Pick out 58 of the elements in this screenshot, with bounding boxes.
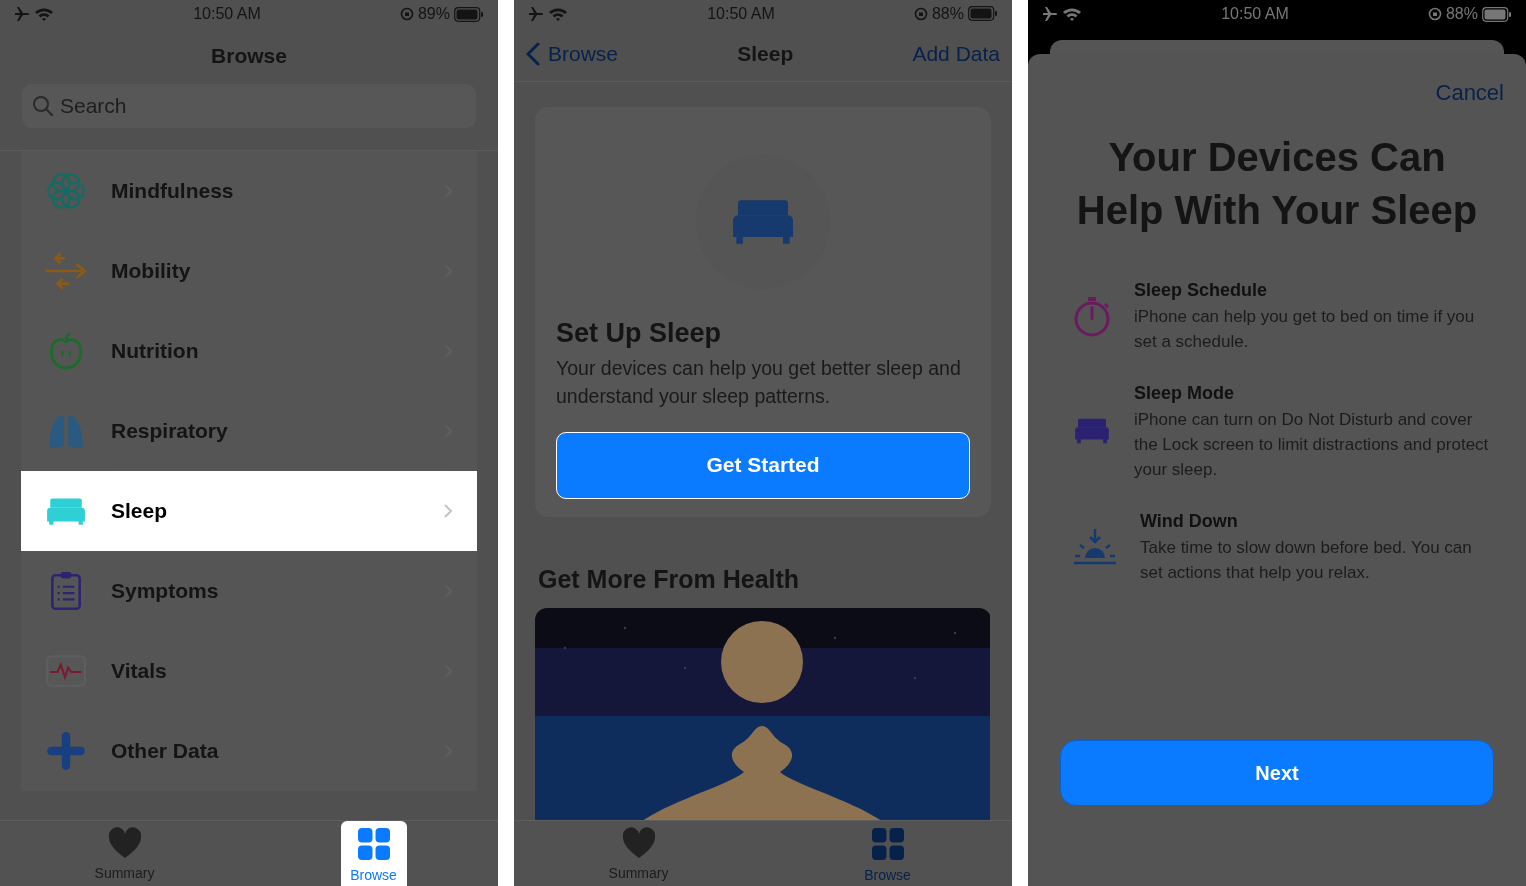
- category-row[interactable]: Other Data: [21, 711, 477, 791]
- plus-icon: [45, 730, 87, 772]
- setup-description: Your devices can help you get better sleep and understand your sleep patterns.: [556, 355, 962, 409]
- feature-title: Wind Down: [1140, 510, 1239, 533]
- grid-icon: [870, 827, 905, 861]
- battery-percentage: 88%: [931, 3, 964, 24]
- get-started-button[interactable]: Get Started: [556, 431, 970, 499]
- feature-title: Sleep Mode: [1134, 382, 1236, 405]
- feature-description: iPhone can turn on Do Not Disturb and cover the Lock screen to limit distractions and protect your sleep.: [1134, 409, 1490, 481]
- tab-bar-item[interactable]: Browse: [854, 821, 921, 886]
- flower-icon: [45, 170, 87, 212]
- feature-title: Sleep Schedule: [1134, 279, 1269, 302]
- battery-percentage: 89%: [417, 4, 450, 24]
- airplane-icon: [528, 5, 544, 22]
- battery-icon: [454, 6, 484, 22]
- status-time: 10:50 AM: [1221, 4, 1289, 24]
- setup-title: Set Up Sleep: [556, 317, 723, 351]
- heart-icon: [107, 827, 142, 859]
- sunset-icon: [1072, 526, 1118, 567]
- category-row[interactable]: Sleep: [21, 471, 477, 551]
- heart-icon: [621, 827, 656, 859]
- add-data-button[interactable]: Add Data: [912, 38, 1000, 70]
- screen-title: Sleep: [737, 41, 794, 68]
- orientation-lock-icon: [399, 7, 414, 21]
- bed-icon: [1072, 417, 1112, 445]
- feature-description: iPhone can help you get to bed on time if you set a schedule.: [1134, 306, 1476, 353]
- status-time: 10:50 AM: [707, 3, 775, 24]
- tab-bar-item[interactable]: Browse: [340, 821, 407, 886]
- wifi-icon: [548, 5, 568, 22]
- search-field[interactable]: Search: [22, 84, 476, 128]
- orientation-lock-icon: [913, 6, 928, 21]
- category-row[interactable]: Symptoms: [21, 551, 477, 631]
- battery-icon: [968, 6, 998, 22]
- search-icon: [32, 95, 54, 117]
- orientation-lock-icon: [1427, 7, 1442, 21]
- status-time: 10:50 AM: [193, 4, 261, 24]
- feature-description: Take time to slow down before bed. You can set actions that help you relax.: [1140, 537, 1473, 584]
- back-chevron-icon: [526, 42, 540, 67]
- category-row[interactable]: Mobility: [21, 231, 477, 311]
- screen-title: Browse: [211, 43, 287, 70]
- section-heading: Get More From Health: [538, 563, 801, 595]
- category-row[interactable]: Nutrition: [21, 311, 477, 391]
- next-button[interactable]: Next: [1060, 740, 1494, 806]
- sheet-title: Your Devices Can Help With Your Sleep: [1075, 134, 1479, 234]
- grid-icon: [356, 827, 391, 861]
- category-row[interactable]: Mindfulness: [21, 151, 477, 231]
- category-row[interactable]: Respiratory: [21, 391, 477, 471]
- category-row[interactable]: Vitals: [21, 631, 477, 711]
- back-button[interactable]: Browse: [526, 38, 619, 70]
- wifi-icon: [34, 6, 54, 22]
- cancel-button[interactable]: Cancel: [1435, 76, 1504, 109]
- airplane-icon: [14, 6, 30, 22]
- wifi-icon: [1062, 6, 1082, 22]
- arrows-icon: [45, 250, 87, 292]
- chevron-icon: [443, 502, 453, 519]
- battery-percentage: 88%: [1445, 4, 1478, 24]
- airplane-icon: [1042, 6, 1058, 22]
- battery-icon: [1482, 6, 1512, 22]
